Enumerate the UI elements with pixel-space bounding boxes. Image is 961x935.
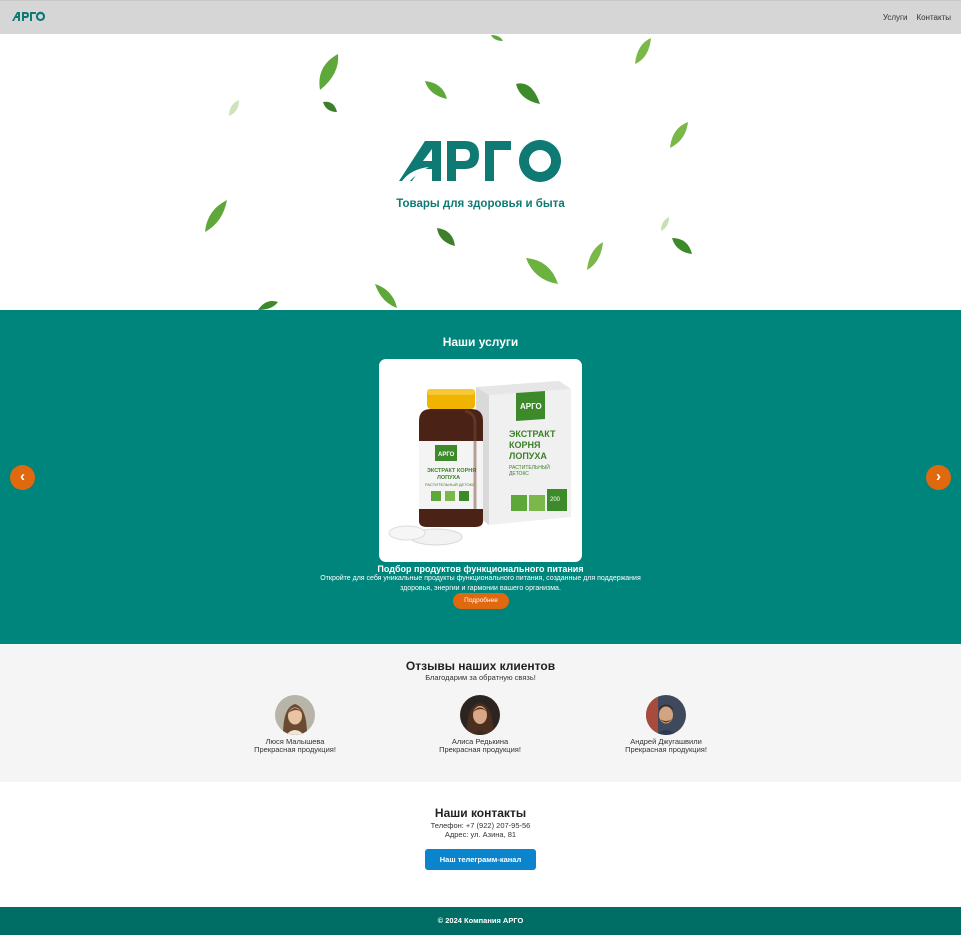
contact-address: Адрес: ул. Азина, 81 [444, 830, 517, 839]
nav-link-services[interactable]: Услуги [883, 13, 908, 22]
nav-link-contacts[interactable]: Контакты [916, 13, 951, 22]
reviews-subtitle: Благодарим за обратную связь! [425, 673, 536, 682]
service-card-image: АРГО ЭКСТРАКТ КОРНЯ ЛОПУХА РАСТИТЕЛЬНЫЙ … [379, 359, 582, 562]
avatar [275, 695, 315, 735]
footer: © 2024 Компания АРГО [0, 907, 961, 935]
review-text: Прекрасная продукция! [439, 745, 521, 754]
top-navbar: Услуги Контакты [0, 0, 961, 34]
svg-text:АРГО: АРГО [520, 402, 542, 411]
avatar [460, 695, 500, 735]
svg-text:ДЕТОКС: ДЕТОКС [509, 471, 529, 477]
carousel-prev-button[interactable]: ‹ [10, 465, 35, 490]
navbar-logo[interactable] [11, 9, 46, 27]
leaf-decoration [491, 35, 503, 41]
hero-tagline: Товары для здоровья и быта [396, 198, 565, 210]
svg-text:ЭКСТРАКТ: ЭКСТРАКТ [509, 429, 556, 439]
svg-text:АРГО: АРГО [438, 452, 455, 458]
svg-text:РАСТИТЕЛЬНЫЙ: РАСТИТЕЛЬНЫЙ [509, 463, 550, 471]
svg-text:РАСТИТЕЛЬНЫЙ ДЕТОКС: РАСТИТЕЛЬНЫЙ ДЕТОКС [425, 482, 475, 487]
footer-copyright: © 2024 Компания АРГО [437, 916, 524, 925]
carousel-next-button[interactable]: › [926, 465, 951, 490]
telegram-channel-button[interactable]: Наш телеграмм-канал [425, 849, 536, 870]
contacts-title: Наши контакты [434, 806, 527, 820]
reviews-title: Отзывы наших клиентов [405, 659, 556, 673]
contacts-section: Наши контакты Телефон: +7 (922) 207-95-5… [0, 782, 961, 907]
services-section: Наши услуги ‹ › АРГО ЭКСТРАКТ КОРНЯ ЛОПУ… [0, 310, 961, 644]
services-title: Наши услуги [442, 335, 519, 349]
leaf-decoration [229, 100, 239, 116]
service-title: Подбор продуктов функционального питания [377, 564, 584, 574]
hero-section: Товары для здоровья и быта [0, 34, 961, 310]
review-text: Прекрасная продукция! [625, 745, 707, 754]
svg-text:200: 200 [550, 497, 561, 503]
leaf-decoration [672, 238, 692, 254]
review-card: Андрей Джугашвили Прекрасная продукция! [596, 695, 736, 754]
review-text: Прекрасная продукция! [254, 745, 336, 754]
contact-phone: Телефон: +7 (922) 207-95-56 [430, 821, 531, 830]
leaf-decoration [425, 81, 447, 99]
svg-text:ЭКСТРАКТ КОРНЯ: ЭКСТРАКТ КОРНЯ [427, 468, 476, 474]
service-more-button[interactable]: Подробнее [453, 593, 509, 609]
avatar [646, 695, 686, 735]
svg-text:ЛОПУХА: ЛОПУХА [437, 475, 460, 481]
leaf-decoration [661, 217, 669, 231]
leaf-decoration [375, 284, 397, 308]
navbar-menu: Услуги Контакты [883, 13, 951, 22]
leaf-decoration [323, 101, 337, 112]
leaf-decoration [319, 54, 339, 90]
leaf-decoration [258, 301, 278, 310]
leaf-decoration [670, 122, 688, 148]
review-card: Алиса Редькина Прекрасная продукция! [410, 695, 550, 754]
leaf-decoration [516, 83, 540, 104]
product-image: АРГО ЭКСТРАКТ КОРНЯ ЛОПУХА РАСТИТЕЛЬНЫЙ … [388, 381, 571, 546]
review-card: Люся Малышева Прекрасная продукция! [225, 695, 365, 754]
leaf-decoration [587, 242, 603, 270]
hero-logo [399, 139, 564, 188]
service-description: Откройте для себя уникальные продукты фу… [320, 575, 641, 592]
leaf-decoration [526, 258, 558, 284]
leaf-decoration [437, 228, 455, 246]
leaf-decoration [635, 38, 651, 64]
svg-text:КОРНЯ: КОРНЯ [509, 440, 540, 450]
reviews-section: Отзывы наших клиентов Благодарим за обра… [0, 644, 961, 782]
svg-text:ЛОПУХА: ЛОПУХА [509, 451, 547, 461]
